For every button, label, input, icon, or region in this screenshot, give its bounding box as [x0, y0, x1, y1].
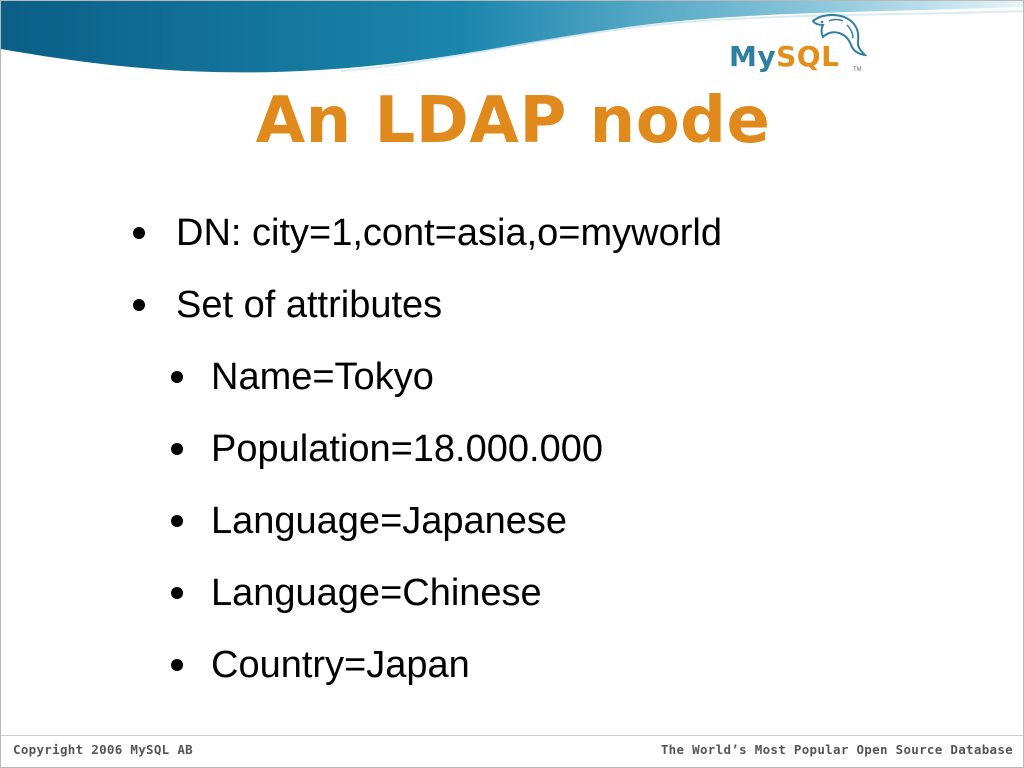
bullet-text: Language=Japanese: [211, 500, 568, 542]
footer: Copyright 2006 MySQL AB The World’s Most…: [1, 735, 1023, 767]
bullet-dot-icon: [171, 371, 183, 383]
slide: MySQL TM An LDAP node DN: city=1,cont=as…: [0, 0, 1024, 768]
bullet-dot-icon: [171, 443, 183, 455]
slide-title: An LDAP node: [255, 84, 771, 158]
bullet-text: Population=18.000.000: [211, 428, 603, 470]
logo-trademark: TM: [853, 67, 862, 73]
footer-divider: [1, 735, 1023, 736]
logo-wordmark: MySQL: [729, 43, 839, 71]
bullet-text: Set of attributes: [176, 284, 443, 326]
bullet-text: Country=Japan: [211, 644, 470, 686]
bullet-dot-icon: [133, 227, 145, 239]
bullet-text: DN: city=1,cont=asia,o=myworld: [176, 212, 722, 254]
header-wave: [1, 1, 1023, 73]
logo-my: My: [729, 40, 777, 73]
footer-copyright: Copyright 2006 MySQL AB: [13, 742, 193, 757]
bullet-dot-icon: [133, 299, 145, 311]
bullet-text: Language=Chinese: [211, 572, 542, 614]
footer-tagline: The World’s Most Popular Open Source Dat…: [660, 742, 1013, 757]
logo-sql: SQL: [776, 40, 840, 73]
bullet-dot-icon: [171, 515, 183, 527]
bullet-dot-icon: [171, 587, 183, 599]
bullet-text: Name=Tokyo: [211, 356, 434, 398]
bullet-dot-icon: [171, 659, 183, 671]
mysql-logo: MySQL TM: [725, 11, 870, 79]
